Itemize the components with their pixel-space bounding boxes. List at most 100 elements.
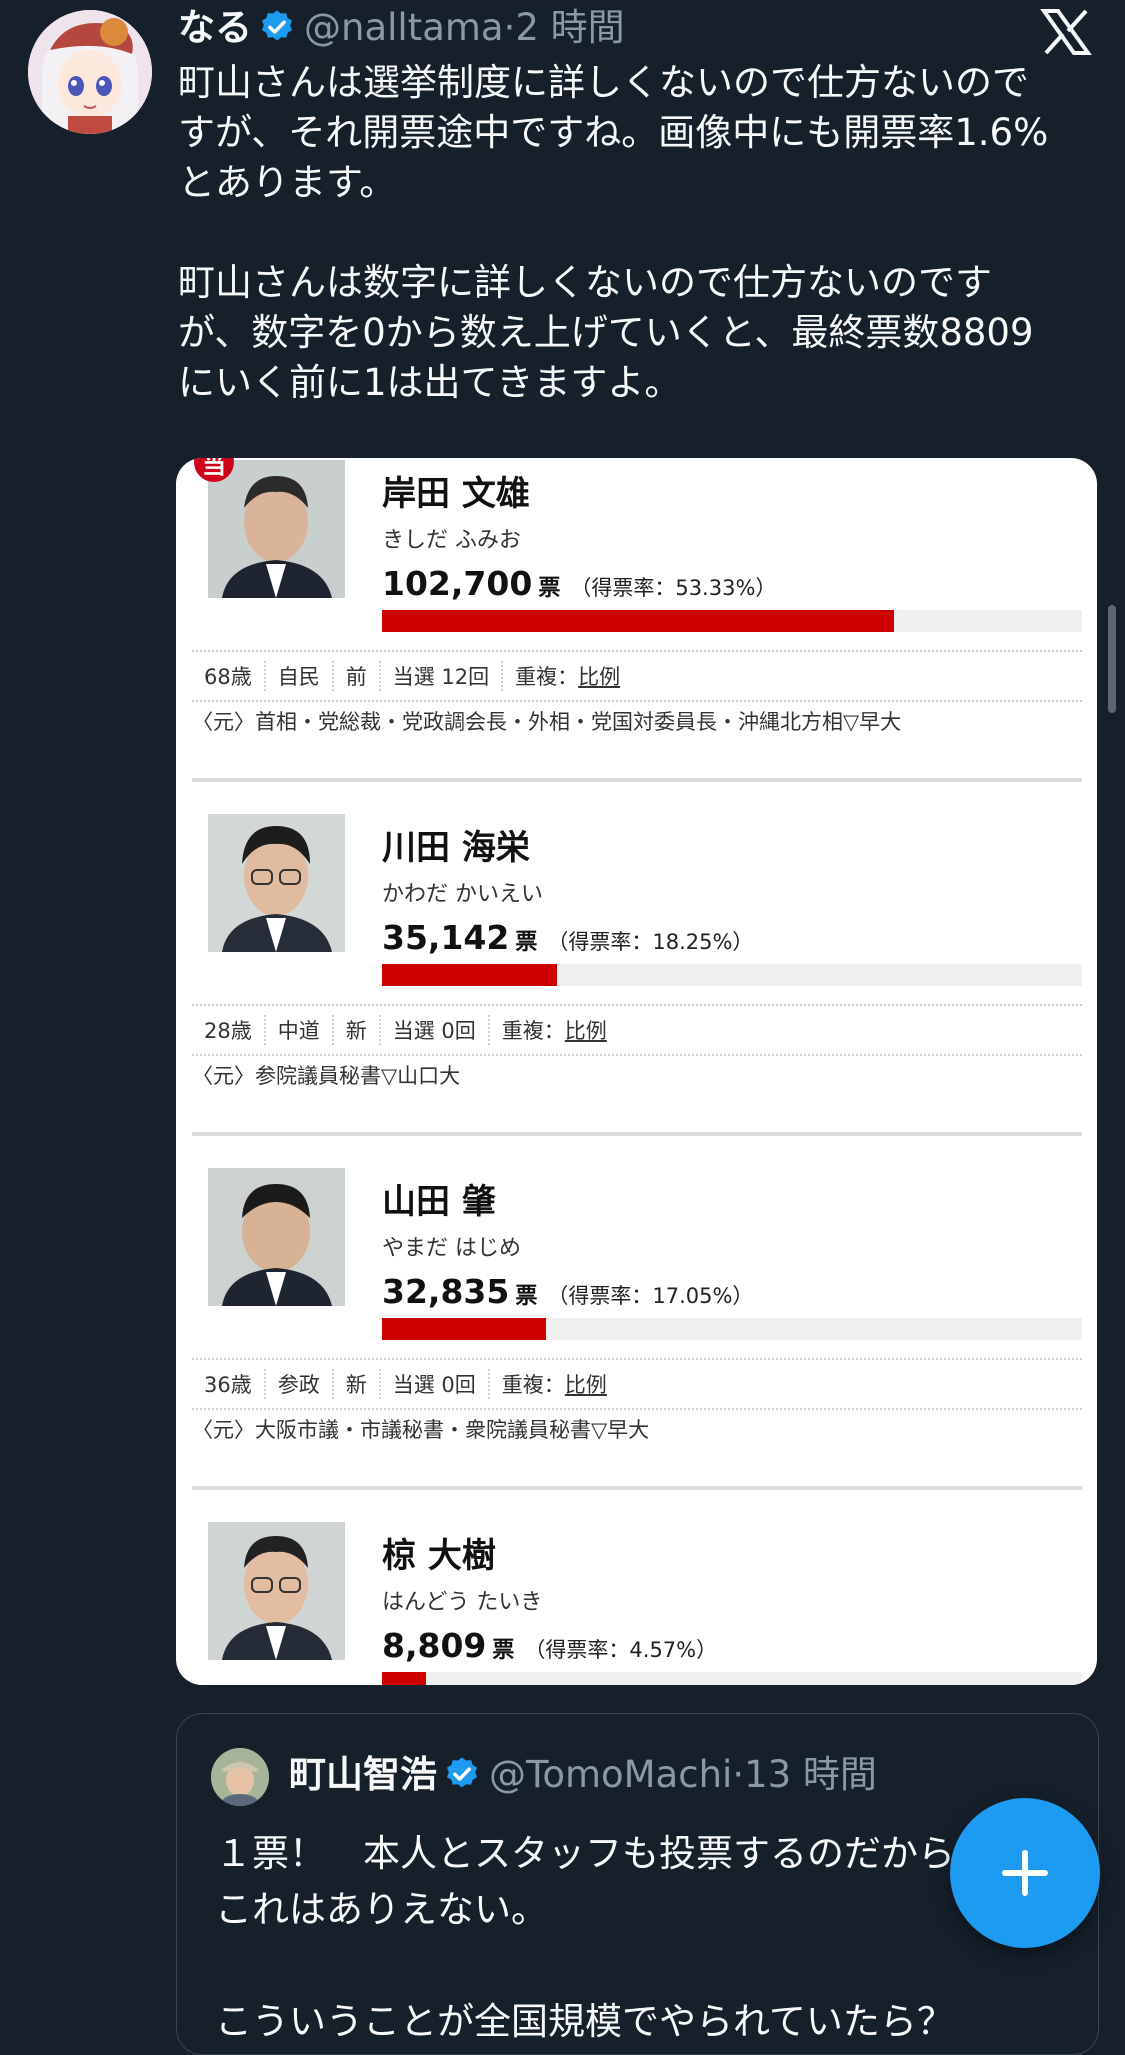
candidate-kana: やまだ はじめ bbox=[382, 1236, 521, 1261]
author-avatar[interactable] bbox=[28, 10, 152, 134]
votes-unit: 票 bbox=[492, 1638, 515, 1663]
verified-badge-icon bbox=[261, 10, 293, 41]
quoted-author-avatar[interactable] bbox=[211, 1748, 269, 1806]
candidate-status: 前 bbox=[334, 661, 381, 691]
divider bbox=[192, 1486, 1082, 1490]
candidate-info-row: 68歳 自民 前 当選 12回 重複：比例 bbox=[192, 650, 1082, 702]
candidate-career: 〈元〉首相・党総裁・党政調会長・外相・党国対委員長・沖縄北方相▽早大 bbox=[192, 710, 902, 734]
dual-link: 比例 bbox=[578, 665, 621, 689]
author-handle[interactable]: @nalltama bbox=[304, 6, 504, 49]
vote-count: 102,700 票 （得票率：53.33%） bbox=[382, 564, 776, 603]
avatar-illustration bbox=[28, 10, 152, 134]
quoted-tweet-timestamp[interactable]: 13 時間 bbox=[744, 1753, 877, 1796]
divider bbox=[192, 1132, 1082, 1136]
vote-rate: （得票率：4.57%） bbox=[524, 1638, 718, 1662]
quoted-author-name[interactable]: 町山智浩 bbox=[289, 1753, 437, 1796]
vote-bar-fill bbox=[382, 1672, 426, 1685]
author-name[interactable]: なる bbox=[178, 6, 252, 49]
tweet-header: なる @nalltama·2 時間 bbox=[178, 4, 625, 52]
tweet-text-line: 町山さんは選挙制度に詳しくないので仕方ないので bbox=[178, 61, 1029, 104]
dual-link: 比例 bbox=[564, 1373, 607, 1397]
candidate-photo bbox=[208, 1168, 345, 1306]
tweet-text-line: にいく前に1は出てきますよ。 bbox=[178, 361, 682, 404]
candidate-party: 自民 bbox=[266, 661, 334, 691]
tweet-text-line: すが、それ開票途中ですね。画像中にも開票率1.6% bbox=[178, 111, 1049, 154]
candidate-party: 参政 bbox=[266, 1369, 334, 1399]
votes-unit: 票 bbox=[515, 930, 538, 955]
candidate-dual: 重複：比例 bbox=[503, 661, 632, 691]
votes-unit: 票 bbox=[515, 1284, 538, 1309]
candidate-name: 岸田 文雄 bbox=[382, 474, 530, 514]
dual-label: 重複： bbox=[501, 1019, 565, 1043]
x-logo-icon[interactable] bbox=[1040, 8, 1092, 56]
vote-bar-fill bbox=[382, 1318, 546, 1340]
votes-value: 102,700 bbox=[382, 564, 533, 603]
vote-rate: （得票率：53.33%） bbox=[570, 576, 777, 600]
vote-count: 35,142 票 （得票率：18.25%） bbox=[382, 918, 753, 957]
candidate-times: 当選 0回 bbox=[381, 1015, 490, 1045]
tweet-timestamp[interactable]: 2 時間 bbox=[515, 6, 624, 49]
candidate-kana: かわだ かいえい bbox=[382, 882, 543, 907]
candidate-info-row: 36歳 参政 新 当選 0回 重複：比例 bbox=[192, 1358, 1082, 1410]
attached-image[interactable]: 当 岸田 文雄 きしだ ふみお 102,700 票（得票率：53.33%） 68歳… bbox=[176, 458, 1097, 1685]
candidate-party: 中道 bbox=[266, 1015, 334, 1045]
vote-count: 32,835 票 （得票率：17.05%） bbox=[382, 1272, 753, 1311]
candidate-career: 〈元〉参院議員秘書▽山口大 bbox=[192, 1064, 461, 1088]
compose-button[interactable] bbox=[950, 1798, 1100, 1948]
separator-dot: · bbox=[732, 1753, 745, 1796]
candidate-card: 椋 大樹 はんどう たいき 8,809 票 （得票率：4.57%） bbox=[176, 1522, 1097, 1685]
votes-value: 35,142 bbox=[382, 918, 510, 957]
vote-bar-fill bbox=[382, 610, 894, 632]
candidate-times: 当選 0回 bbox=[381, 1369, 490, 1399]
quoted-text-line: これはありえない。 bbox=[215, 1888, 548, 1931]
candidate-age: 28歳 bbox=[192, 1015, 266, 1045]
candidate-career: 〈元〉大阪市議・市議秘書・衆院議員秘書▽早大 bbox=[192, 1418, 650, 1442]
candidate-kana: きしだ ふみお bbox=[382, 528, 521, 553]
tweet-text-line: 町山さんは数字に詳しくないので仕方ないのです bbox=[178, 261, 992, 304]
candidate-card: 当 岸田 文雄 きしだ ふみお 102,700 票（得票率：53.33%） 68歳… bbox=[176, 458, 1097, 815]
candidate-dual: 重複：比例 bbox=[490, 1015, 619, 1045]
candidate-age: 36歳 bbox=[192, 1369, 266, 1399]
candidate-photo bbox=[208, 814, 345, 952]
dual-label: 重複： bbox=[501, 1373, 565, 1397]
vote-bar-track bbox=[382, 1318, 1082, 1340]
candidate-status: 新 bbox=[334, 1369, 381, 1399]
candidate-name: 山田 肇 bbox=[382, 1182, 496, 1222]
vote-rate: （得票率：17.05%） bbox=[547, 1284, 754, 1308]
candidate-info-row: 28歳 中道 新 当選 0回 重複：比例 bbox=[192, 1004, 1082, 1056]
vote-rate: （得票率：18.25%） bbox=[547, 930, 754, 954]
tweet-text-line: とあります。 bbox=[178, 161, 397, 204]
quoted-author-handle[interactable]: @TomoMachi bbox=[489, 1753, 732, 1796]
vote-bar-fill bbox=[382, 964, 557, 986]
dual-label: 重複： bbox=[515, 665, 579, 689]
divider bbox=[192, 778, 1082, 782]
verified-badge-icon bbox=[446, 1757, 478, 1788]
quoted-text-line: こういうことが全国規模でやられていたら？ bbox=[215, 2000, 954, 2043]
votes-value: 32,835 bbox=[382, 1272, 510, 1311]
votes-value: 8,809 bbox=[382, 1626, 487, 1665]
candidate-times: 当選 12回 bbox=[381, 661, 504, 691]
vote-bar-track bbox=[382, 1672, 1082, 1685]
quoted-tweet-header: 町山智浩 @TomoMachi·13 時間 bbox=[289, 1750, 877, 1800]
vote-bar-track bbox=[382, 610, 1082, 632]
separator-dot: · bbox=[503, 6, 516, 49]
candidate-dual: 重複：比例 bbox=[490, 1369, 619, 1399]
candidate-name: 椋 大樹 bbox=[382, 1536, 496, 1576]
candidate-age: 68歳 bbox=[192, 661, 266, 691]
candidate-kana: はんどう たいき bbox=[382, 1590, 543, 1615]
candidate-photo bbox=[208, 460, 345, 598]
candidate-name: 川田 海栄 bbox=[382, 828, 530, 868]
tweet-text-line: が、数字を0から数え上げていくと、最終票数8809 bbox=[178, 311, 1034, 354]
vote-bar-track bbox=[382, 964, 1082, 986]
vote-count: 8,809 票 （得票率：4.57%） bbox=[382, 1626, 717, 1665]
plus-icon bbox=[1002, 1850, 1048, 1896]
candidate-card: 川田 海栄 かわだ かいえい 35,142 票 （得票率：18.25%） 28歳 中… bbox=[176, 814, 1097, 1169]
candidate-status: 新 bbox=[334, 1015, 381, 1045]
candidate-card: 山田 肇 やまだ はじめ 32,835 票 （得票率：17.05%） 36歳 参政 … bbox=[176, 1168, 1097, 1523]
scrollbar-thumb[interactable] bbox=[1108, 605, 1116, 713]
candidate-photo bbox=[208, 1522, 345, 1660]
quoted-tweet-text: １票！ 本人とスタッフも投票するのだから これはありえない。 こういうことが全国… bbox=[215, 1826, 1075, 2050]
tweet-text: 町山さんは選挙制度に詳しくないので仕方ないので すが、それ開票途中ですね。画像中… bbox=[178, 58, 1098, 408]
